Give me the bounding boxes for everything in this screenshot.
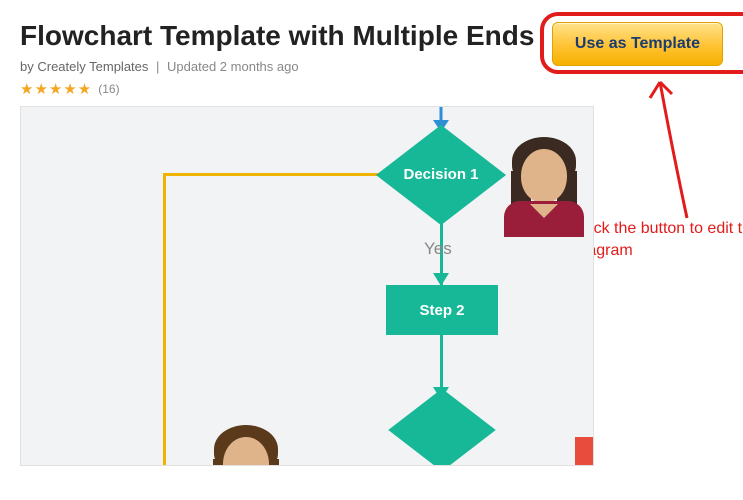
page-title: Flowchart Template with Multiple Ends xyxy=(20,18,552,53)
author-prefix: by xyxy=(20,59,34,74)
callout-arrow-icon xyxy=(632,68,743,228)
star-rating[interactable]: ★★★★★ xyxy=(20,80,92,98)
use-as-template-button[interactable]: Use as Template xyxy=(552,22,723,66)
decision-node[interactable] xyxy=(388,389,495,466)
terminator-node[interactable] xyxy=(575,437,594,466)
decision-node[interactable]: Decision 1 xyxy=(376,125,506,225)
connector-line xyxy=(163,175,166,466)
callout-text: Click the button to edit the diagram xyxy=(575,218,743,261)
person-avatar-icon xyxy=(499,129,589,234)
connector-line xyxy=(163,173,383,176)
meta-separator: | xyxy=(156,59,159,74)
arrow-down-icon xyxy=(432,107,450,133)
diagram-canvas[interactable]: Decision 1 Yes Step 2 xyxy=(20,106,594,466)
process-label: Step 2 xyxy=(419,302,464,319)
template-meta: by Creately Templates | Updated 2 months… xyxy=(20,59,552,74)
process-node-step2[interactable]: Step 2 xyxy=(386,285,498,335)
decision-label: Decision 1 xyxy=(403,166,478,185)
rating-count: (16) xyxy=(98,82,119,96)
author-name: Creately Templates xyxy=(37,59,148,74)
edge-label-yes: Yes xyxy=(424,239,452,259)
updated-label: Updated 2 months ago xyxy=(167,59,299,74)
person-avatar-icon xyxy=(201,417,291,466)
